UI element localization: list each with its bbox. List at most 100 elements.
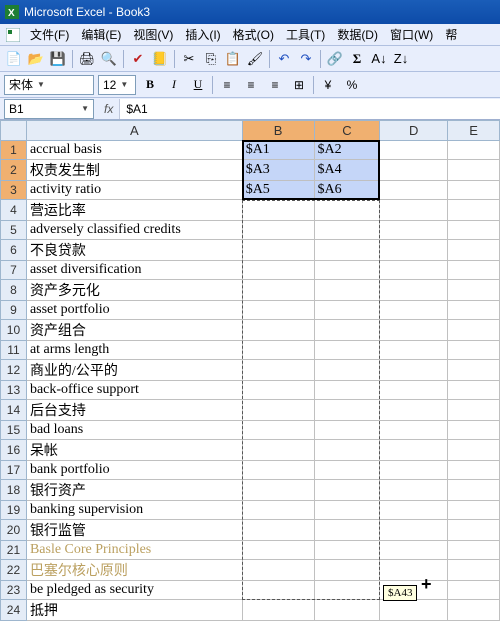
row-header[interactable]: 4 bbox=[1, 200, 27, 221]
cell[interactable] bbox=[448, 280, 500, 301]
sort-asc-button[interactable]: A↓ bbox=[369, 49, 389, 69]
cell[interactable]: 资产多元化 bbox=[26, 280, 242, 301]
cell[interactable] bbox=[242, 381, 314, 400]
cut-button[interactable]: ✂ bbox=[179, 49, 199, 69]
cell[interactable] bbox=[448, 141, 500, 160]
cell[interactable] bbox=[314, 541, 380, 560]
sort-desc-button[interactable]: Z↓ bbox=[391, 49, 411, 69]
cell[interactable] bbox=[242, 280, 314, 301]
cell[interactable] bbox=[242, 461, 314, 480]
cell[interactable]: 银行资产 bbox=[26, 480, 242, 501]
row-header[interactable]: 17 bbox=[1, 461, 27, 480]
cell[interactable] bbox=[448, 341, 500, 360]
italic-button[interactable]: I bbox=[164, 75, 184, 95]
row-header[interactable]: 21 bbox=[1, 541, 27, 560]
cell[interactable] bbox=[314, 341, 380, 360]
cell[interactable] bbox=[242, 421, 314, 440]
cell[interactable] bbox=[380, 280, 448, 301]
print-button[interactable]: 🖨 bbox=[77, 49, 97, 69]
cell[interactable]: 抵押 bbox=[26, 600, 242, 621]
open-button[interactable]: 📂 bbox=[26, 49, 46, 69]
currency-button[interactable]: ¥ bbox=[318, 75, 338, 95]
row-header[interactable]: 20 bbox=[1, 520, 27, 541]
hyperlink-button[interactable]: 🔗 bbox=[325, 49, 345, 69]
cell[interactable] bbox=[380, 341, 448, 360]
menu-item[interactable]: 编辑(E) bbox=[75, 26, 127, 44]
cell[interactable] bbox=[448, 520, 500, 541]
row-header[interactable]: 19 bbox=[1, 501, 27, 520]
cell[interactable] bbox=[380, 520, 448, 541]
cell[interactable]: banking supervision bbox=[26, 501, 242, 520]
cell[interactable] bbox=[380, 301, 448, 320]
copy-button[interactable]: ⎘ bbox=[201, 49, 221, 69]
cell[interactable]: $A1 bbox=[242, 141, 314, 160]
paste-button[interactable]: 📋 bbox=[223, 49, 243, 69]
menu-item[interactable]: 格式(O) bbox=[227, 26, 280, 44]
row-header[interactable]: 10 bbox=[1, 320, 27, 341]
cell[interactable] bbox=[314, 240, 380, 261]
cell[interactable]: 商业的/公平的 bbox=[26, 360, 242, 381]
cell[interactable] bbox=[314, 320, 380, 341]
cell[interactable] bbox=[314, 301, 380, 320]
percent-button[interactable]: % bbox=[342, 75, 362, 95]
select-all-corner[interactable] bbox=[1, 121, 27, 141]
cell[interactable] bbox=[242, 320, 314, 341]
cell[interactable] bbox=[380, 360, 448, 381]
row-header[interactable]: 22 bbox=[1, 560, 27, 581]
row-header[interactable]: 24 bbox=[1, 600, 27, 621]
save-button[interactable]: 💾 bbox=[48, 49, 68, 69]
row-header[interactable]: 7 bbox=[1, 261, 27, 280]
cell[interactable] bbox=[242, 240, 314, 261]
menu-item[interactable]: 窗口(W) bbox=[384, 26, 439, 44]
row-header[interactable]: 12 bbox=[1, 360, 27, 381]
cell[interactable] bbox=[448, 240, 500, 261]
cell[interactable] bbox=[314, 400, 380, 421]
cell[interactable] bbox=[448, 320, 500, 341]
cell[interactable] bbox=[448, 160, 500, 181]
cell[interactable]: adversely classified credits bbox=[26, 221, 242, 240]
cell[interactable] bbox=[314, 261, 380, 280]
redo-button[interactable]: ↷ bbox=[296, 49, 316, 69]
font-name-dropdown[interactable]: 宋体 ▼ bbox=[4, 75, 94, 95]
cell[interactable]: $A5 bbox=[242, 181, 314, 200]
cell[interactable] bbox=[314, 381, 380, 400]
cell[interactable] bbox=[242, 440, 314, 461]
cell[interactable] bbox=[314, 360, 380, 381]
align-left-button[interactable]: ≡ bbox=[217, 75, 237, 95]
autosum-button[interactable]: Σ bbox=[347, 49, 367, 69]
cell[interactable] bbox=[242, 581, 314, 600]
row-header[interactable]: 16 bbox=[1, 440, 27, 461]
row-header[interactable]: 2 bbox=[1, 160, 27, 181]
cell[interactable] bbox=[448, 480, 500, 501]
cell[interactable] bbox=[448, 360, 500, 381]
cell[interactable] bbox=[448, 560, 500, 581]
row-header[interactable]: 11 bbox=[1, 341, 27, 360]
cell[interactable] bbox=[314, 501, 380, 520]
cell[interactable] bbox=[314, 440, 380, 461]
cell[interactable] bbox=[242, 200, 314, 221]
cell[interactable]: bad loans bbox=[26, 421, 242, 440]
cell[interactable]: 资产组合 bbox=[26, 320, 242, 341]
cell[interactable] bbox=[314, 421, 380, 440]
cell[interactable] bbox=[380, 200, 448, 221]
name-box[interactable]: B1 ▼ bbox=[4, 99, 94, 119]
cell[interactable] bbox=[380, 181, 448, 200]
cell[interactable] bbox=[448, 440, 500, 461]
cell[interactable]: accrual basis bbox=[26, 141, 242, 160]
cell[interactable] bbox=[314, 560, 380, 581]
cell[interactable] bbox=[380, 261, 448, 280]
undo-button[interactable]: ↶ bbox=[274, 49, 294, 69]
cell[interactable] bbox=[380, 400, 448, 421]
cell[interactable] bbox=[380, 541, 448, 560]
menu-item[interactable]: 数据(D) bbox=[331, 26, 384, 44]
underline-button[interactable]: U bbox=[188, 75, 208, 95]
row-header[interactable]: 8 bbox=[1, 280, 27, 301]
cell[interactable] bbox=[314, 200, 380, 221]
font-size-dropdown[interactable]: 12 ▼ bbox=[98, 75, 136, 95]
cell[interactable] bbox=[314, 600, 380, 621]
align-center-button[interactable]: ≡ bbox=[241, 75, 261, 95]
menu-item[interactable]: 文件(F) bbox=[24, 26, 75, 44]
row-header[interactable]: 6 bbox=[1, 240, 27, 261]
research-button[interactable]: 📒 bbox=[150, 49, 170, 69]
cell[interactable]: 后台支持 bbox=[26, 400, 242, 421]
